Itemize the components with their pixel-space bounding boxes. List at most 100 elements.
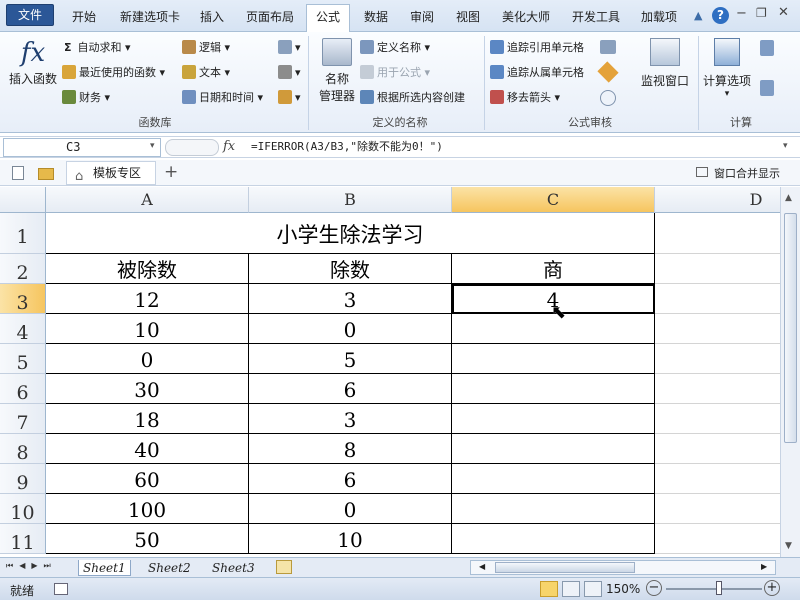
use-in-formula-button[interactable]: 用于公式 ▾ (360, 63, 430, 83)
scroll-thumb[interactable] (784, 213, 797, 443)
zoom-in-button[interactable]: + (764, 580, 780, 596)
formula-bar-resizer[interactable] (165, 139, 219, 156)
zoom-level[interactable]: 150% (606, 582, 640, 596)
window-merge-button[interactable]: 窗口合并显示 (714, 165, 780, 181)
tab-formulas[interactable]: 公式 (306, 4, 350, 32)
autosum-button[interactable]: Σ 自动求和 ▾ (64, 38, 131, 58)
watch-window-button[interactable]: 监视窗口 (638, 38, 692, 89)
data-cell[interactable]: 5 (249, 344, 452, 374)
horizontal-scrollbar[interactable]: ◀ ▶ (470, 560, 776, 575)
tab-home[interactable]: 开始 (62, 6, 106, 30)
calculate-now-icon[interactable] (760, 40, 774, 56)
column-title-cell[interactable]: 商 (452, 254, 655, 284)
data-cell[interactable]: 60 (46, 464, 249, 494)
empty-cell[interactable] (655, 284, 780, 314)
remove-arrows-button[interactable]: 移去箭头 ▾ (490, 88, 560, 108)
scroll-right-icon[interactable]: ▶ (761, 562, 767, 571)
empty-cell[interactable] (655, 434, 780, 464)
tab-data[interactable]: 数据 (356, 6, 396, 30)
data-cell[interactable]: 50 (46, 524, 249, 554)
select-all-corner[interactable] (0, 187, 46, 213)
evaluate-formula-icon[interactable] (600, 90, 616, 106)
name-manager-button[interactable]: 名称 管理器 (314, 38, 360, 104)
sheet-tab-sheet2[interactable]: Sheet2 (144, 560, 195, 576)
empty-cell[interactable] (655, 213, 780, 254)
normal-view-icon[interactable] (540, 581, 558, 597)
insert-function-icon[interactable]: fx (223, 139, 235, 154)
data-cell[interactable]: 6 (249, 464, 452, 494)
financial-button[interactable]: 财务 ▾ (62, 88, 110, 108)
column-header[interactable]: B (249, 187, 452, 213)
data-cell[interactable] (452, 434, 655, 464)
worksheet-grid[interactable]: A B C D 1 小学生除法学习 2 被除数 除数商 3 12 3 4 4 10 0 5 0 5 6 30 6 7… (0, 187, 780, 557)
recent-functions-button[interactable]: 最近使用的函数 ▾ (62, 63, 165, 83)
row-header[interactable]: 8 (0, 434, 46, 464)
vertical-scrollbar[interactable]: ▲ ▼ (780, 187, 800, 557)
empty-cell[interactable] (655, 464, 780, 494)
insert-function-button[interactable]: fx 插入函数 (8, 36, 58, 96)
data-cell[interactable]: 6 (249, 374, 452, 404)
trace-precedents-button[interactable]: 追踪引用单元格 (490, 38, 584, 58)
row-header[interactable]: 9 (0, 464, 46, 494)
minimize-icon[interactable]: − (736, 6, 747, 21)
data-cell[interactable]: 3 (249, 404, 452, 434)
data-cell[interactable] (452, 464, 655, 494)
workbook-tab-templates[interactable]: ⌂ 模板专区 (66, 161, 156, 185)
data-cell[interactable]: 10 (249, 524, 452, 554)
data-cell[interactable] (452, 404, 655, 434)
empty-cell[interactable] (655, 254, 780, 284)
sheet-tab-sheet1[interactable]: Sheet1 (78, 560, 131, 576)
tab-beautify[interactable]: 美化大师 (494, 6, 558, 30)
tab-new-tab[interactable]: 新建选项卡 (110, 6, 190, 30)
row-header[interactable]: 3 (0, 284, 46, 314)
tab-page-layout[interactable]: 页面布局 (238, 6, 302, 30)
create-from-selection-button[interactable]: 根据所选内容创建 (360, 88, 465, 108)
row-header[interactable]: 4 (0, 314, 46, 344)
data-cell[interactable]: 40 (46, 434, 249, 464)
horizontal-scroll-thumb[interactable] (495, 562, 635, 573)
data-cell[interactable] (452, 524, 655, 554)
logical-button[interactable]: 逻辑 ▾ (182, 38, 230, 58)
empty-cell[interactable] (655, 374, 780, 404)
data-cell[interactable]: 10 (46, 314, 249, 344)
data-cell[interactable] (452, 494, 655, 524)
page-break-view-icon[interactable] (584, 581, 602, 597)
datetime-button[interactable]: 日期和时间 ▾ (182, 88, 263, 108)
tab-file[interactable]: 文件 (6, 4, 54, 26)
text-button[interactable]: 文本 ▾ (182, 63, 230, 83)
tab-review[interactable]: 审阅 (402, 6, 442, 30)
row-header[interactable]: 5 (0, 344, 46, 374)
collapse-ribbon-icon[interactable]: ▲ (694, 9, 702, 22)
empty-cell[interactable] (655, 344, 780, 374)
scroll-left-icon[interactable]: ◀ (479, 562, 485, 571)
row-header[interactable]: 2 (0, 254, 46, 284)
math-button[interactable]: ▾ (278, 63, 301, 83)
tab-view[interactable]: 视图 (448, 6, 488, 30)
data-cell[interactable]: 8 (249, 434, 452, 464)
error-checking-icon[interactable] (597, 61, 619, 83)
close-icon[interactable]: ✕ (778, 5, 789, 20)
macro-record-icon[interactable] (54, 583, 68, 595)
column-header[interactable]: A (46, 187, 249, 213)
empty-cell[interactable] (655, 404, 780, 434)
sheet-title-cell[interactable]: 小学生除法学习 (46, 213, 655, 254)
calculation-options-button[interactable]: 计算选项 ▾ (702, 38, 752, 99)
restore-icon[interactable]: ❐ (756, 6, 767, 20)
data-cell[interactable]: 0 (249, 494, 452, 524)
insert-sheet-icon[interactable] (276, 560, 292, 574)
row-header[interactable]: 11 (0, 524, 46, 554)
data-cell[interactable]: 30 (46, 374, 249, 404)
scroll-down-icon[interactable]: ▼ (785, 541, 792, 551)
define-name-button[interactable]: 定义名称 ▾ (360, 38, 430, 58)
scroll-up-icon[interactable]: ▲ (785, 193, 792, 203)
zoom-slider-thumb[interactable] (716, 581, 722, 595)
tab-addins[interactable]: 加载项 (634, 6, 684, 30)
zoom-out-button[interactable]: − (646, 580, 662, 596)
row-header[interactable]: 6 (0, 374, 46, 404)
calculate-sheet-icon[interactable] (760, 80, 774, 96)
data-cell[interactable]: 18 (46, 404, 249, 434)
page-layout-view-icon[interactable] (562, 581, 580, 597)
empty-cell[interactable] (655, 314, 780, 344)
data-cell[interactable] (452, 344, 655, 374)
column-header[interactable]: C (452, 187, 655, 213)
